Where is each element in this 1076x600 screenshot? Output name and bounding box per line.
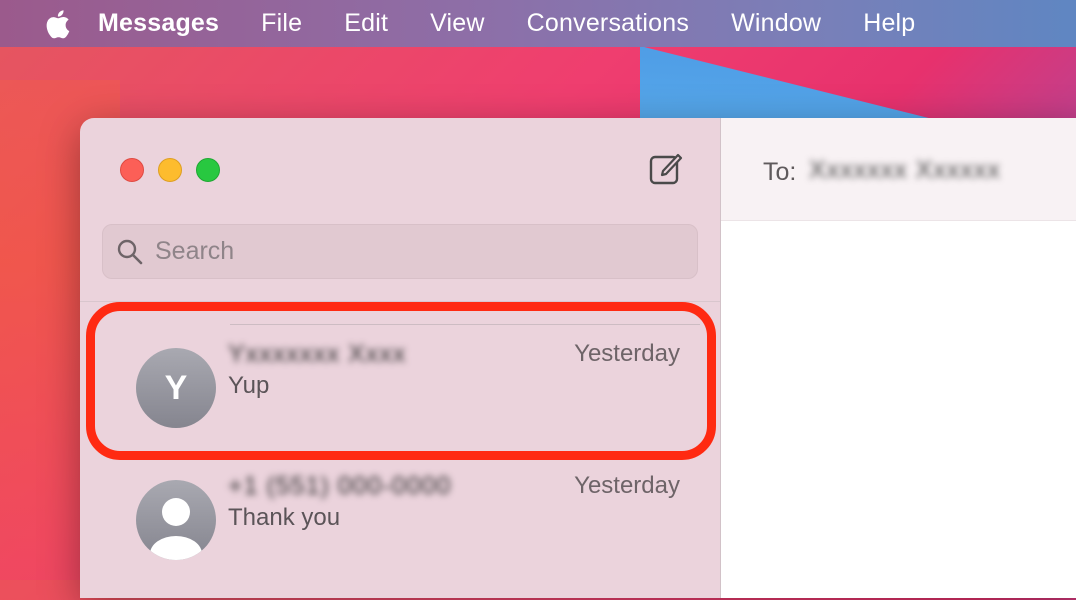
menu-help[interactable]: Help <box>863 9 915 38</box>
contact-name: Yxxxxxxx Xxxx <box>228 340 407 368</box>
recipient-header: To: Xxxxxxx Xxxxxx <box>721 118 1076 221</box>
conversation-row[interactable]: Y Yxxxxxxx Xxxx Yesterday Yup <box>80 302 720 432</box>
close-button[interactable] <box>120 158 144 182</box>
message-preview: Yup <box>228 372 270 399</box>
sidebar: Y Yxxxxxxx Xxxx Yesterday Yup +1 (551) 0… <box>80 118 721 598</box>
compose-button[interactable] <box>648 150 684 186</box>
messages-window: Y Yxxxxxxx Xxxx Yesterday Yup +1 (551) 0… <box>80 118 1076 598</box>
avatar <box>136 480 216 560</box>
minimize-button[interactable] <box>158 158 182 182</box>
contact-name: +1 (551) 000-0000 <box>228 472 452 500</box>
search-field[interactable] <box>102 224 698 279</box>
avatar: Y <box>136 348 216 428</box>
message-time: Yesterday <box>574 472 680 499</box>
menu-conversations[interactable]: Conversations <box>527 9 689 38</box>
avatar-initial: Y <box>164 368 188 407</box>
search-input[interactable] <box>153 236 677 267</box>
menu-bar: Messages File Edit View Conversations Wi… <box>0 0 1076 47</box>
zoom-button[interactable] <box>196 158 220 182</box>
message-time: Yesterday <box>574 340 680 367</box>
row-separator <box>230 324 700 325</box>
recipient-field[interactable]: Xxxxxxx Xxxxxx <box>809 156 1001 185</box>
menu-window[interactable]: Window <box>731 9 821 38</box>
conversation-row[interactable]: +1 (551) 000-0000 Yesterday Thank you <box>80 432 720 562</box>
menu-edit[interactable]: Edit <box>344 9 388 38</box>
menu-view[interactable]: View <box>430 9 485 38</box>
search-icon <box>117 239 143 265</box>
person-icon <box>150 498 202 560</box>
message-preview: Thank you <box>228 504 341 531</box>
menu-app-name[interactable]: Messages <box>98 9 219 38</box>
to-label: To: <box>763 158 797 186</box>
menu-file[interactable]: File <box>261 9 302 38</box>
apple-logo-icon[interactable] <box>42 8 72 40</box>
conversation-pane: To: Xxxxxxx Xxxxxx <box>721 118 1076 598</box>
compose-icon <box>649 153 683 185</box>
traffic-lights <box>120 158 220 182</box>
